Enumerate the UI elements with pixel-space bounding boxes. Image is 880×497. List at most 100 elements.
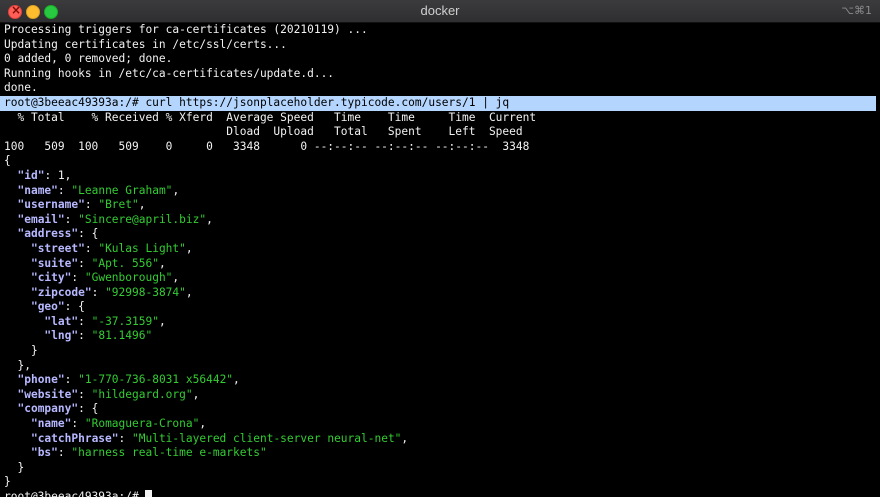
json-string-value: "Sincere@april.biz" bbox=[78, 212, 207, 226]
json-key: "bs" bbox=[30, 446, 58, 460]
terminal-line: "city": "Gwenborough", bbox=[0, 271, 880, 286]
json-key: "street" bbox=[30, 241, 85, 255]
terminal-text: : bbox=[64, 373, 79, 387]
terminal-text: : bbox=[71, 417, 85, 431]
terminal-text: , bbox=[158, 314, 166, 328]
terminal-line: "lat": "-37.3159", bbox=[0, 315, 880, 330]
terminal-text: , bbox=[172, 271, 180, 285]
terminal-line: "lng": "81.1496" bbox=[0, 329, 880, 344]
terminal-text: : bbox=[57, 183, 72, 197]
json-string-value: "Apt. 556" bbox=[91, 256, 159, 270]
terminal-text: { bbox=[4, 154, 11, 168]
terminal-text: Dload Upload Total Spent Left Speed bbox=[4, 125, 523, 139]
terminal-text: : bbox=[84, 241, 99, 255]
terminal-text: : bbox=[91, 285, 106, 299]
terminal-text: done. bbox=[4, 81, 38, 95]
terminal-text: : bbox=[78, 256, 92, 270]
terminal-text: : bbox=[78, 329, 92, 343]
terminal-text: , bbox=[401, 431, 409, 445]
terminal-text: 100 509 100 509 0 0 3348 0 --:--:-- --:-… bbox=[4, 139, 530, 153]
terminal-window: docker ⌥⌘1 Processing triggers for ca-ce… bbox=[0, 0, 880, 497]
window-shortcut-label: ⌥⌘1 bbox=[841, 4, 872, 17]
terminal-line: Dload Upload Total Spent Left Speed bbox=[0, 125, 880, 140]
json-string-value: "92998-3874" bbox=[105, 285, 186, 299]
terminal-text: : bbox=[84, 198, 99, 212]
terminal-output[interactable]: Processing triggers for ca-certificates … bbox=[0, 23, 880, 497]
json-key: "lat" bbox=[44, 314, 79, 328]
shell-prompt-line[interactable]: root@3beeac49393a:/# bbox=[0, 490, 880, 497]
terminal-line: "zipcode": "92998-3874", bbox=[0, 286, 880, 301]
terminal-text: : { bbox=[64, 300, 85, 314]
title-bar[interactable]: docker ⌥⌘1 bbox=[0, 0, 880, 23]
json-key: "city" bbox=[30, 271, 72, 285]
json-key: "company" bbox=[17, 402, 79, 416]
terminal-text: } bbox=[4, 344, 38, 358]
terminal-line: "id": 1, bbox=[0, 169, 880, 184]
terminal-text: : bbox=[118, 431, 132, 445]
terminal-line: "username": "Bret", bbox=[0, 198, 880, 213]
terminal-text: Processing triggers for ca-certificates … bbox=[4, 23, 368, 36]
json-key: "phone" bbox=[17, 373, 65, 387]
json-key: "name" bbox=[17, 183, 58, 197]
terminal-text: , bbox=[158, 256, 166, 270]
json-string-value: "hildegard.org" bbox=[91, 387, 193, 401]
json-string-value: "81.1496" bbox=[91, 329, 153, 343]
json-key: "geo" bbox=[30, 300, 65, 314]
terminal-text: : bbox=[78, 314, 92, 328]
json-key: "catchPhrase" bbox=[30, 431, 119, 445]
json-string-value: "Leanne Graham" bbox=[71, 183, 173, 197]
terminal-text: Running hooks in /etc/ca-certificates/up… bbox=[4, 66, 335, 80]
terminal-line: done. bbox=[0, 81, 880, 96]
terminal-text: , bbox=[138, 198, 146, 212]
json-key: "zipcode" bbox=[30, 285, 92, 299]
terminal-line: "name": "Leanne Graham", bbox=[0, 184, 880, 199]
terminal-line: Processing triggers for ca-certificates … bbox=[0, 23, 880, 38]
terminal-line: "catchPhrase": "Multi-layered client-ser… bbox=[0, 432, 880, 447]
json-key: "website" bbox=[17, 387, 79, 401]
json-string-value: "1-770-736-8031 x56442" bbox=[78, 373, 234, 387]
terminal-line: 100 509 100 509 0 0 3348 0 --:--:-- --:-… bbox=[0, 140, 880, 155]
json-string-value: "Kulas Light" bbox=[98, 241, 186, 255]
terminal-text: , bbox=[192, 387, 200, 401]
json-string-value: "Multi-layered client-server neural-net" bbox=[132, 431, 402, 445]
terminal-line: "company": { bbox=[0, 402, 880, 417]
terminal-text: } bbox=[4, 460, 25, 474]
terminal-line: "name": "Romaguera-Crona", bbox=[0, 417, 880, 432]
json-key: "username" bbox=[17, 198, 85, 212]
terminal-line: } bbox=[0, 475, 880, 490]
terminal-text: : bbox=[71, 271, 85, 285]
json-string-value: "-37.3159" bbox=[91, 314, 159, 328]
json-key: "suite" bbox=[30, 256, 79, 270]
json-string-value: "Gwenborough" bbox=[84, 271, 173, 285]
terminal-line: "street": "Kulas Light", bbox=[0, 242, 880, 257]
terminal-text: , bbox=[185, 285, 193, 299]
terminal-text: : bbox=[64, 212, 79, 226]
terminal-line: } bbox=[0, 344, 880, 359]
terminal-text: root@3beeac49393a:/# bbox=[4, 490, 146, 497]
terminal-text: Updating certificates in /etc/ssl/certs.… bbox=[4, 37, 287, 51]
terminal-text: : bbox=[78, 387, 92, 401]
terminal-line: Running hooks in /etc/ca-certificates/up… bbox=[0, 67, 880, 82]
json-string-value: "Romaguera-Crona" bbox=[84, 417, 200, 431]
json-key: "id" bbox=[17, 168, 45, 182]
terminal-text: : { bbox=[78, 227, 99, 241]
json-string-value: "Bret" bbox=[98, 198, 139, 212]
terminal-line: "address": { bbox=[0, 227, 880, 242]
terminal-text: , bbox=[185, 241, 193, 255]
json-key: "address" bbox=[17, 227, 79, 241]
json-key: "email" bbox=[17, 212, 65, 226]
text-cursor bbox=[145, 490, 153, 497]
terminal-text: 0 added, 0 removed; done. bbox=[4, 52, 173, 66]
